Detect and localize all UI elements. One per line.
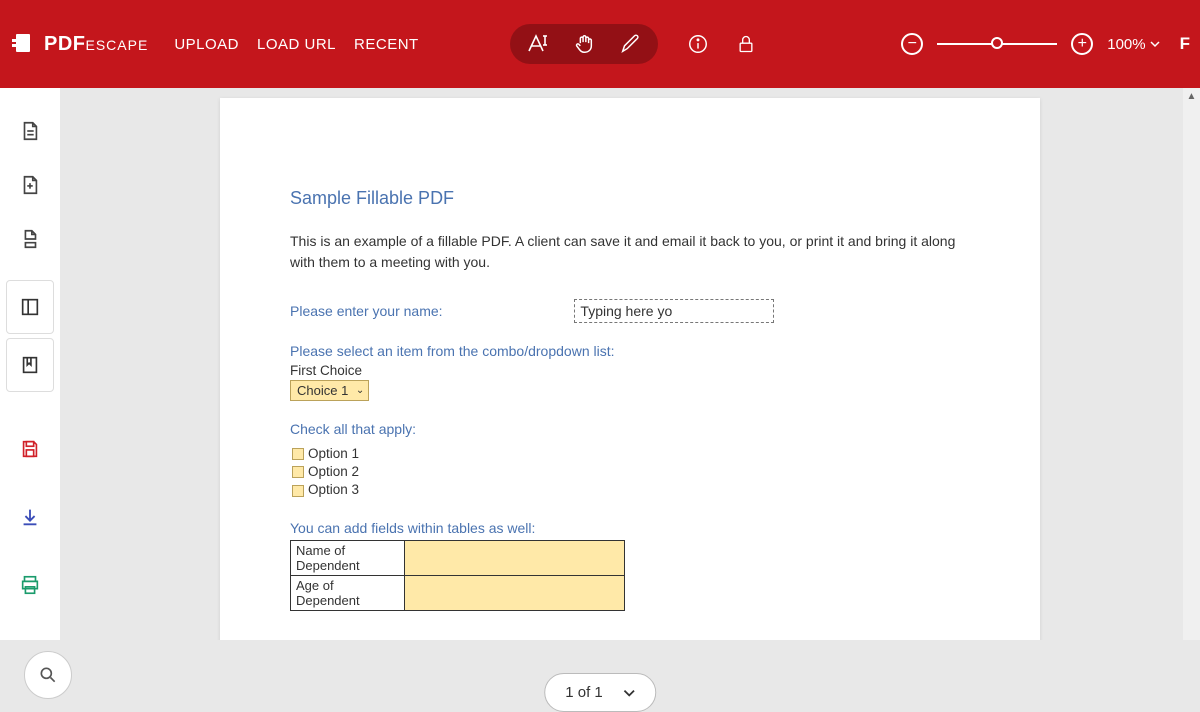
page-indicator-dropdown[interactable]: 1 of 1 xyxy=(544,673,656,712)
dependent-table: Name of Dependent Age of Dependent xyxy=(290,540,625,611)
table-r1-label: Name of Dependent xyxy=(291,540,405,575)
hand-tool-icon[interactable] xyxy=(570,30,598,58)
footer-bar: 1 of 1 xyxy=(0,640,1200,700)
info-icon[interactable] xyxy=(684,30,712,58)
zoom-slider[interactable] xyxy=(937,43,1057,45)
zoom-level-label: 100% xyxy=(1107,36,1145,53)
zoom-level-dropdown[interactable]: 100% xyxy=(1107,36,1159,53)
checkbox-option-2[interactable] xyxy=(292,466,304,478)
search-icon xyxy=(38,665,58,685)
pdf-page: Sample Fillable PDF This is an example o… xyxy=(220,98,1040,640)
doc-intro: This is an example of a fillable PDF. A … xyxy=(290,231,970,273)
lock-icon[interactable] xyxy=(732,30,760,58)
table-r2-label: Age of Dependent xyxy=(291,575,405,610)
sidebar-save-icon[interactable] xyxy=(6,422,54,476)
choice-dropdown[interactable]: Choice 1 ⌄ xyxy=(290,380,369,401)
option-2-label: Option 2 xyxy=(308,463,359,481)
first-choice-label: First Choice xyxy=(290,363,970,378)
chevron-down-icon xyxy=(623,687,635,699)
vertical-scrollbar[interactable]: ▲ xyxy=(1183,88,1200,640)
tool-extra xyxy=(684,30,760,58)
sidebar-page-icon[interactable] xyxy=(6,104,54,158)
document-viewport[interactable]: Sample Fillable PDF This is an example o… xyxy=(60,88,1200,640)
search-button[interactable] xyxy=(24,651,72,699)
choice-selected: Choice 1 xyxy=(297,383,348,398)
doc-title: Sample Fillable PDF xyxy=(290,188,970,209)
header-right-edge: F xyxy=(1180,34,1190,54)
table-r2-field[interactable] xyxy=(405,575,625,610)
sidebar-bookmark-icon[interactable] xyxy=(6,338,54,392)
app-header: PDFescape UPLOAD LOAD URL RECENT xyxy=(0,0,1200,88)
check-label: Check all that apply: xyxy=(290,421,970,437)
pencil-tool-icon[interactable] xyxy=(616,30,644,58)
zoom-in-button[interactable]: + xyxy=(1071,33,1093,55)
sidebar-download-icon[interactable] xyxy=(6,490,54,544)
option-3-label: Option 3 xyxy=(308,481,359,499)
option-1-label: Option 1 xyxy=(308,445,359,463)
nav-upload[interactable]: UPLOAD xyxy=(174,36,239,53)
name-input[interactable]: Typing here yo xyxy=(574,299,774,323)
nav-recent[interactable]: RECENT xyxy=(354,36,419,53)
checkbox-group: Option 1 Option 2 Option 3 xyxy=(290,445,970,500)
checkbox-option-3[interactable] xyxy=(292,485,304,497)
name-label: Please enter your name: xyxy=(290,303,443,319)
logo-icon xyxy=(12,31,38,57)
app-logo[interactable]: PDFescape xyxy=(12,31,148,57)
sidebar-add-page-icon[interactable] xyxy=(6,158,54,212)
sidebar-print-icon[interactable] xyxy=(6,558,54,612)
sidebar-layout-icon[interactable] xyxy=(6,280,54,334)
zoom-controls: − + 100% F xyxy=(901,33,1190,55)
checkbox-option-1[interactable] xyxy=(292,448,304,460)
scroll-up-arrow-icon[interactable]: ▲ xyxy=(1183,88,1200,105)
combo-label: Please select an item from the combo/dro… xyxy=(290,343,970,359)
page-indicator-label: 1 of 1 xyxy=(565,684,603,701)
zoom-out-button[interactable]: − xyxy=(901,33,923,55)
sidebar-split-page-icon[interactable] xyxy=(6,212,54,266)
zoom-slider-handle[interactable] xyxy=(991,37,1003,49)
left-sidebar xyxy=(0,88,60,640)
table-r1-field[interactable] xyxy=(405,540,625,575)
tool-pill xyxy=(510,24,658,64)
table-label: You can add fields within tables as well… xyxy=(290,520,970,536)
nav-load-url[interactable]: LOAD URL xyxy=(257,36,336,53)
chevron-down-icon: ⌄ xyxy=(356,385,364,396)
header-nav: UPLOAD LOAD URL RECENT xyxy=(174,36,418,53)
chevron-down-icon xyxy=(1150,39,1160,49)
tool-group xyxy=(510,24,760,64)
logo-text: PDFescape xyxy=(44,33,148,56)
text-tool-icon[interactable] xyxy=(524,30,552,58)
